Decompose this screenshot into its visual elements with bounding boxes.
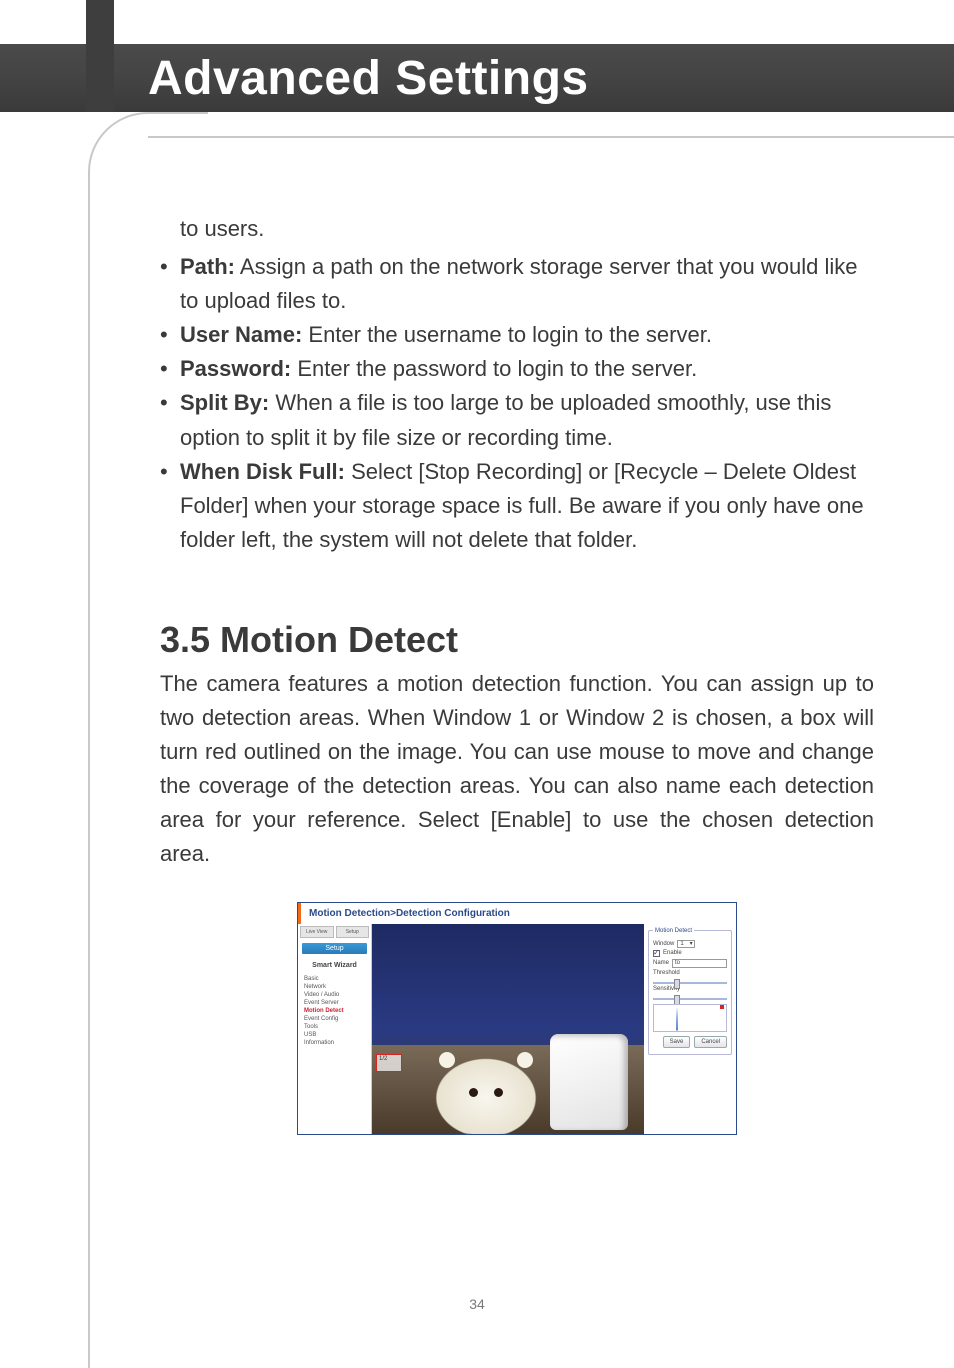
camera-preview[interactable]: 1/2 (372, 924, 644, 1134)
screenshot-body: Live View Setup Setup Smart Wizard Basic… (298, 924, 736, 1134)
section-body: The camera features a motion detection f… (160, 667, 874, 872)
setup-banner: Setup (302, 943, 367, 954)
tab-setup[interactable]: Setup (336, 926, 370, 938)
list-item: Password: Enter the password to login to… (160, 352, 874, 386)
motion-detect-panel: Motion Detect Window 1 Enable Name to Th… (644, 924, 736, 1134)
page-number: 34 (0, 1296, 954, 1312)
screenshot-tabs: Live View Setup (298, 926, 371, 941)
sensitivity-slider[interactable] (653, 998, 727, 1000)
settings-list: Path: Assign a path on the network stora… (160, 250, 874, 557)
window-label: Window (653, 941, 674, 947)
content-frame-side (88, 172, 90, 1368)
enable-checkbox[interactable] (653, 950, 660, 957)
threshold-slider[interactable] (653, 982, 727, 984)
list-item: Split By: When a file is too large to be… (160, 386, 874, 454)
fieldset-legend: Motion Detect (653, 928, 694, 934)
preview-object-mug (550, 1034, 628, 1130)
cancel-button[interactable]: Cancel (694, 1036, 727, 1048)
page-header: Advanced Settings (0, 44, 954, 112)
graph-marker (720, 1005, 724, 1009)
list-item-label: When Disk Full: (180, 459, 345, 484)
list-item-text: When a file is too large to be uploaded … (180, 390, 831, 449)
list-item-label: Split By: (180, 390, 269, 415)
screenshot-title: Motion Detection>Detection Configuration (298, 903, 736, 924)
detection-window-box[interactable]: 1/2 (376, 1054, 402, 1072)
enable-label: Enable (663, 950, 682, 956)
list-item: When Disk Full: Select [Stop Recording] … (160, 455, 874, 557)
sidebar-item-basic[interactable]: Basic (298, 975, 371, 983)
sidebar-item-tools[interactable]: Tools (298, 1023, 371, 1031)
tab-live-view[interactable]: Live View (300, 926, 334, 938)
save-button[interactable]: Save (663, 1036, 691, 1048)
preview-object-plush (421, 1044, 551, 1134)
name-input[interactable]: to (672, 959, 727, 968)
sensitivity-label: Sensitivity (653, 986, 727, 992)
page-title: Advanced Settings (148, 51, 589, 106)
sidebar-item-network[interactable]: Network (298, 983, 371, 991)
threshold-label: Threshold (653, 970, 727, 976)
list-item: Path: Assign a path on the network stora… (160, 250, 874, 318)
window-select[interactable]: 1 (677, 940, 694, 948)
sidebar-item-motion-detect[interactable]: Motion Detect (298, 1007, 371, 1015)
section-heading: 3.5 Motion Detect (160, 619, 874, 661)
screenshot-sidebar: Live View Setup Setup Smart Wizard Basic… (298, 924, 372, 1134)
sidebar-item-event-config[interactable]: Event Config (298, 1015, 371, 1023)
name-label: Name (653, 960, 669, 966)
list-item-label: Password: (180, 356, 291, 381)
list-item-label: Path: (180, 254, 235, 279)
list-item-label: User Name: (180, 322, 302, 347)
graph-spike (672, 1007, 682, 1031)
continuation-text: to users. (180, 212, 874, 246)
smart-wizard-label[interactable]: Smart Wizard (298, 958, 371, 975)
list-item-text: Enter the password to login to the serve… (291, 356, 697, 381)
content-frame-top (148, 136, 954, 138)
list-item: User Name: Enter the username to login t… (160, 318, 874, 352)
list-item-text: Assign a path on the network storage ser… (180, 254, 857, 313)
sidebar-item-information[interactable]: Information (298, 1039, 371, 1047)
list-item-text: Enter the username to login to the serve… (302, 322, 712, 347)
sidebar-item-event-server[interactable]: Event Server (298, 999, 371, 1007)
embedded-screenshot: Motion Detection>Detection Configuration… (297, 902, 737, 1135)
sidebar-item-usb[interactable]: USB (298, 1031, 371, 1039)
motion-detect-fieldset: Motion Detect Window 1 Enable Name to Th… (648, 928, 732, 1055)
content-area: to users. Path: Assign a path on the net… (160, 212, 874, 1135)
left-pillar (86, 0, 114, 112)
activity-graph (653, 1004, 727, 1032)
sidebar-item-video-audio[interactable]: Video / Audio (298, 991, 371, 999)
